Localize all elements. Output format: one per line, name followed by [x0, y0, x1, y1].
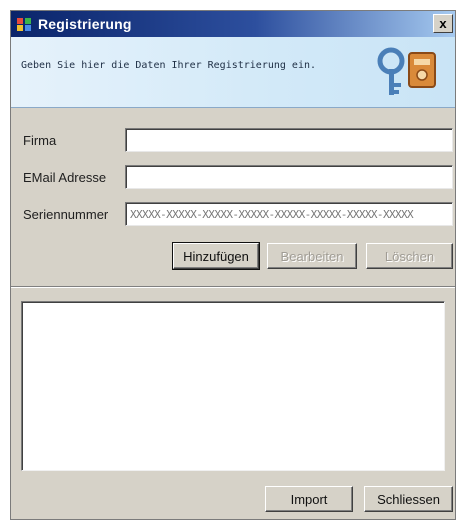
add-button[interactable]: Hinzufügen [172, 242, 260, 270]
keys-icon [373, 43, 441, 101]
import-button[interactable]: Import [265, 486, 353, 512]
close-icon: x [439, 16, 447, 31]
serial-number-field[interactable] [125, 202, 453, 226]
company-field[interactable] [125, 128, 453, 152]
close-dialog-button[interactable]: Schliessen [364, 486, 453, 512]
title-bar[interactable]: Registrierung x [11, 11, 455, 37]
window-title: Registrierung [38, 16, 132, 32]
header-banner: Geben Sie hier die Daten Ihrer Registrie… [11, 37, 455, 108]
registration-dialog: Registrierung x Geben Sie hier die Daten… [10, 10, 456, 520]
email-label: EMail Adresse [23, 170, 107, 185]
section-divider [11, 286, 455, 288]
app-icon [16, 16, 32, 32]
delete-button-label: Löschen [384, 248, 435, 264]
serial-label: Seriennummer [23, 207, 109, 222]
import-button-label: Import [290, 491, 328, 507]
header-instruction: Geben Sie hier die Daten Ihrer Registrie… [21, 60, 317, 71]
email-field[interactable] [125, 165, 453, 189]
company-label: Firma [23, 133, 57, 148]
registration-list[interactable] [21, 301, 445, 471]
delete-button[interactable]: Löschen [366, 243, 453, 269]
edit-button[interactable]: Bearbeiten [267, 243, 357, 269]
edit-button-label: Bearbeiten [280, 248, 344, 264]
close-dialog-button-label: Schliessen [377, 491, 440, 507]
add-button-label: Hinzufügen [183, 248, 249, 264]
close-button[interactable]: x [433, 14, 453, 33]
